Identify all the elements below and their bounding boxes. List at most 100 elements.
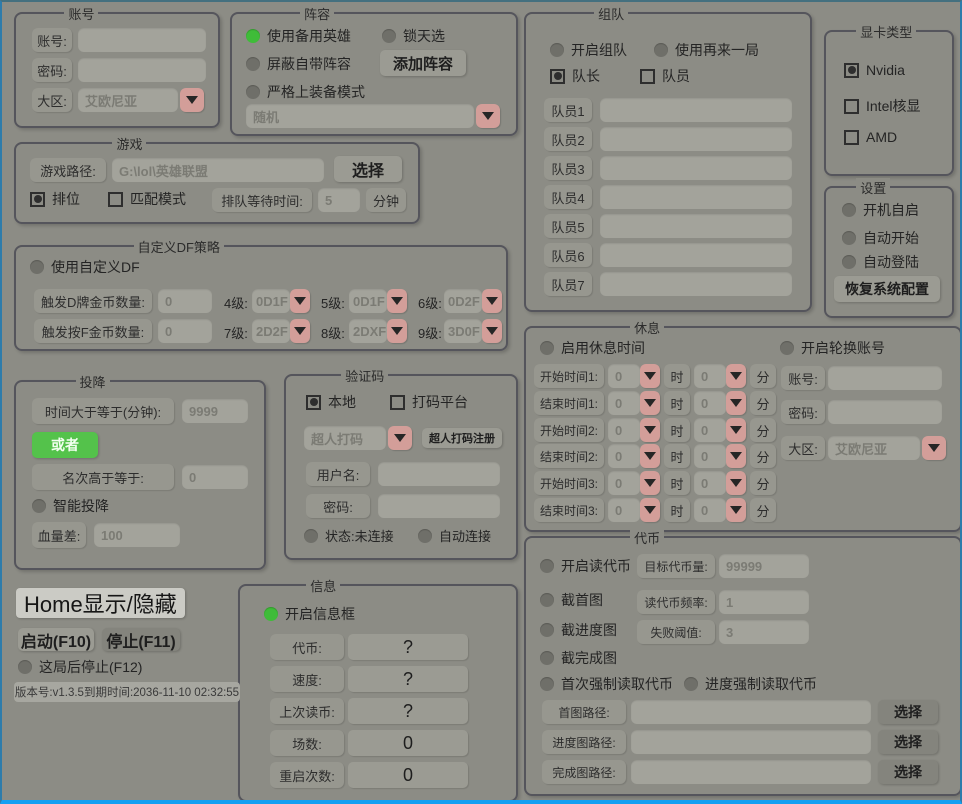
use-custom-df-toggle[interactable]: 使用自定义DF: [30, 257, 140, 277]
gpu-intel-checkbox[interactable]: Intel核显: [844, 96, 920, 116]
progress-image-path-input[interactable]: [631, 730, 871, 754]
chevron-down-icon[interactable]: [476, 104, 500, 128]
chevron-down-icon[interactable]: [180, 88, 204, 112]
first-image-path-input[interactable]: [631, 700, 871, 724]
auto-boot-toggle[interactable]: 开机自启: [842, 200, 919, 220]
team-member-7-input[interactable]: [600, 272, 792, 296]
queue-wait-input[interactable]: 5: [318, 188, 360, 212]
stop-after-game-toggle[interactable]: 这局后停止(F12): [18, 657, 142, 677]
chevron-down-icon[interactable]: [387, 319, 407, 343]
rest-row-3-hour-select[interactable]: 0: [608, 418, 640, 442]
progress-image-path-select-button[interactable]: 选择: [878, 730, 938, 754]
rest-row-4-minute-select[interactable]: 0: [694, 444, 726, 468]
chevron-down-icon[interactable]: [290, 289, 310, 313]
rest-row-6-hour-select[interactable]: 0: [608, 498, 640, 522]
lineup-select[interactable]: 随机: [246, 104, 474, 128]
chevron-down-icon[interactable]: [388, 426, 412, 450]
member-checkbox[interactable]: 队员: [640, 66, 690, 86]
chevron-down-icon[interactable]: [640, 391, 660, 415]
rest-region-select[interactable]: 艾欧尼亚: [828, 436, 920, 460]
strict-equip-mode-toggle[interactable]: 严格上装备模式: [246, 82, 365, 102]
gpu-nvidia-checkbox[interactable]: Nvidia: [844, 62, 905, 78]
team-member-2-input[interactable]: [600, 127, 792, 151]
chevron-down-icon[interactable]: [482, 319, 502, 343]
or-button[interactable]: 或者: [32, 432, 98, 458]
progress-force-read-toggle[interactable]: 进度强制读取代币: [684, 674, 817, 694]
rest-row-5-hour-select[interactable]: 0: [608, 471, 640, 495]
level-4-select[interactable]: 0D1F: [252, 289, 290, 313]
start-button[interactable]: 启动(F10): [18, 628, 94, 651]
block-builtin-lineup-toggle[interactable]: 屏蔽自带阵容: [246, 54, 351, 74]
rest-account-input[interactable]: [828, 366, 942, 390]
token-target-input[interactable]: 99999: [719, 554, 809, 578]
rest-row-4-hour-select[interactable]: 0: [608, 444, 640, 468]
level-8-select[interactable]: 2DXF: [349, 319, 387, 343]
chevron-down-icon[interactable]: [726, 418, 746, 442]
rest-row-5-minute-select[interactable]: 0: [694, 471, 726, 495]
rest-row-2-hour-select[interactable]: 0: [608, 391, 640, 415]
enable-info-box-toggle[interactable]: 开启信息框: [264, 604, 355, 624]
captcha-local-checkbox[interactable]: 本地: [306, 392, 356, 412]
hp-diff-input[interactable]: 100: [94, 523, 180, 547]
chevron-down-icon[interactable]: [726, 444, 746, 468]
chevron-down-icon[interactable]: [640, 498, 660, 522]
chevron-down-icon[interactable]: [640, 471, 660, 495]
rest-password-input[interactable]: [828, 400, 942, 424]
auto-start-toggle[interactable]: 自动开始: [842, 228, 919, 248]
chevron-down-icon[interactable]: [482, 289, 502, 313]
match-mode-checkbox[interactable]: 匹配模式: [108, 189, 186, 209]
team-member-5-input[interactable]: [600, 214, 792, 238]
team-member-4-input[interactable]: [600, 185, 792, 209]
surrender-rank-input[interactable]: 0: [182, 465, 248, 489]
first-force-read-toggle[interactable]: 首次强制读取代币: [540, 674, 673, 694]
done-image-path-select-button[interactable]: 选择: [878, 760, 938, 784]
add-lineup-button[interactable]: 添加阵容: [380, 50, 466, 76]
rest-row-3-minute-select[interactable]: 0: [694, 418, 726, 442]
team-member-3-input[interactable]: [600, 156, 792, 180]
stop-button[interactable]: 停止(F11): [102, 628, 180, 651]
rest-row-2-minute-select[interactable]: 0: [694, 391, 726, 415]
rest-row-1-hour-select[interactable]: 0: [608, 364, 640, 388]
trigger-d-gold-input[interactable]: 0: [158, 289, 212, 313]
smart-surrender-toggle[interactable]: 智能投降: [32, 496, 109, 516]
chevron-down-icon[interactable]: [922, 436, 946, 460]
account-region-select[interactable]: 艾欧尼亚: [78, 88, 178, 112]
chevron-down-icon[interactable]: [726, 498, 746, 522]
ranked-checkbox[interactable]: 排位: [30, 189, 80, 209]
done-image-path-input[interactable]: [631, 760, 871, 784]
provider-register-button[interactable]: 超人打码注册: [422, 428, 502, 448]
captcha-provider-select[interactable]: 超人打码: [304, 426, 386, 450]
capture-first-toggle[interactable]: 截首图: [540, 590, 603, 610]
token-fail-input[interactable]: 3: [719, 620, 809, 644]
captain-checkbox[interactable]: 队长: [550, 66, 600, 86]
auto-connect-toggle[interactable]: 自动连接: [418, 526, 491, 545]
chevron-down-icon[interactable]: [640, 418, 660, 442]
use-backup-hero-toggle[interactable]: 使用备用英雄: [246, 26, 351, 46]
captcha-username-input[interactable]: [378, 462, 500, 486]
captcha-password-input[interactable]: [378, 494, 500, 518]
chevron-down-icon[interactable]: [726, 471, 746, 495]
chevron-down-icon[interactable]: [387, 289, 407, 313]
level-5-select[interactable]: 0D1F: [349, 289, 387, 313]
rest-row-1-minute-select[interactable]: 0: [694, 364, 726, 388]
rotate-account-toggle[interactable]: 开启轮换账号: [780, 338, 885, 358]
lock-chosen-toggle[interactable]: 锁天选: [382, 26, 445, 46]
enable-rest-toggle[interactable]: 启用休息时间: [540, 338, 645, 358]
capture-done-toggle[interactable]: 截完成图: [540, 648, 617, 668]
chevron-down-icon[interactable]: [726, 364, 746, 388]
trigger-f-gold-input[interactable]: 0: [158, 319, 212, 343]
rest-row-6-minute-select[interactable]: 0: [694, 498, 726, 522]
auto-login-toggle[interactable]: 自动登陆: [842, 252, 919, 272]
restore-system-config-button[interactable]: 恢复系统配置: [834, 276, 940, 302]
surrender-time-input[interactable]: 9999: [182, 399, 248, 423]
game-path-input[interactable]: G:\lol\英雄联盟: [112, 158, 324, 182]
gpu-amd-checkbox[interactable]: AMD: [844, 129, 897, 145]
level-7-select[interactable]: 2D2F: [252, 319, 290, 343]
team-member-1-input[interactable]: [600, 98, 792, 122]
chevron-down-icon[interactable]: [640, 444, 660, 468]
team-member-6-input[interactable]: [600, 243, 792, 267]
token-freq-input[interactable]: 1: [719, 590, 809, 614]
capture-progress-toggle[interactable]: 截进度图: [540, 620, 617, 640]
enable-team-toggle[interactable]: 开启组队: [550, 40, 627, 60]
captcha-platform-checkbox[interactable]: 打码平台: [390, 392, 468, 412]
